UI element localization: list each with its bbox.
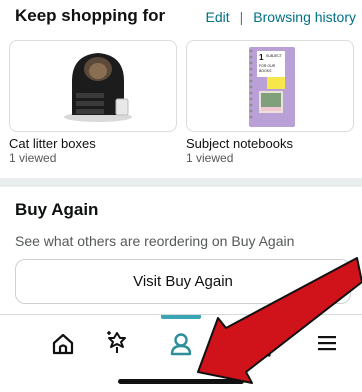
product-card-cat-litter[interactable] [9,40,177,132]
section-divider [0,178,362,187]
notebook-line-1: SUBJECT [266,54,283,58]
nav-menu[interactable] [307,325,347,361]
notebook-number: 1 [259,53,264,62]
product-label-cat-litter[interactable]: Cat litter boxes [9,136,96,151]
keep-shopping-actions: Edit | Browsing history [206,9,356,25]
notebook-image: 1 SUBJECT FOR OUR BOOKS [249,47,295,127]
nav-account[interactable] [161,325,201,361]
cat-litter-box-image [64,53,132,122]
product-card-notebook[interactable]: 1 SUBJECT FOR OUR BOOKS [186,40,354,132]
separator: | [239,9,244,25]
product-viewed-cat-litter: 1 viewed [9,151,57,165]
buy-again-title: Buy Again [15,200,99,219]
nav-rufus[interactable] [97,325,137,361]
home-icon [52,333,74,355]
keep-shopping-title: Keep shopping for [15,6,166,25]
product-label-notebook[interactable]: Subject notebooks [186,136,293,151]
notebook-line-3: BOOKS [259,69,272,73]
nav-home[interactable] [43,325,83,361]
browsing-history-link[interactable]: Browsing history [253,9,356,25]
cart-count: 4 [261,321,269,335]
ai-sparkle-icon [107,331,126,353]
menu-icon [318,336,336,351]
home-indicator [118,379,244,384]
account-icon [170,333,192,356]
notebook-line-2: FOR OUR [259,64,276,68]
buy-again-subtitle: See what others are reordering on Buy Ag… [15,233,295,249]
keep-shopping-header: Keep shopping for Edit | Browsing history [0,0,362,36]
edit-link[interactable]: Edit [206,9,230,25]
active-tab-indicator [161,315,201,319]
visit-buy-again-button[interactable]: Visit Buy Again [15,259,351,304]
nav-cart[interactable]: 4 [245,321,285,361]
product-viewed-notebook: 1 viewed [186,151,234,165]
